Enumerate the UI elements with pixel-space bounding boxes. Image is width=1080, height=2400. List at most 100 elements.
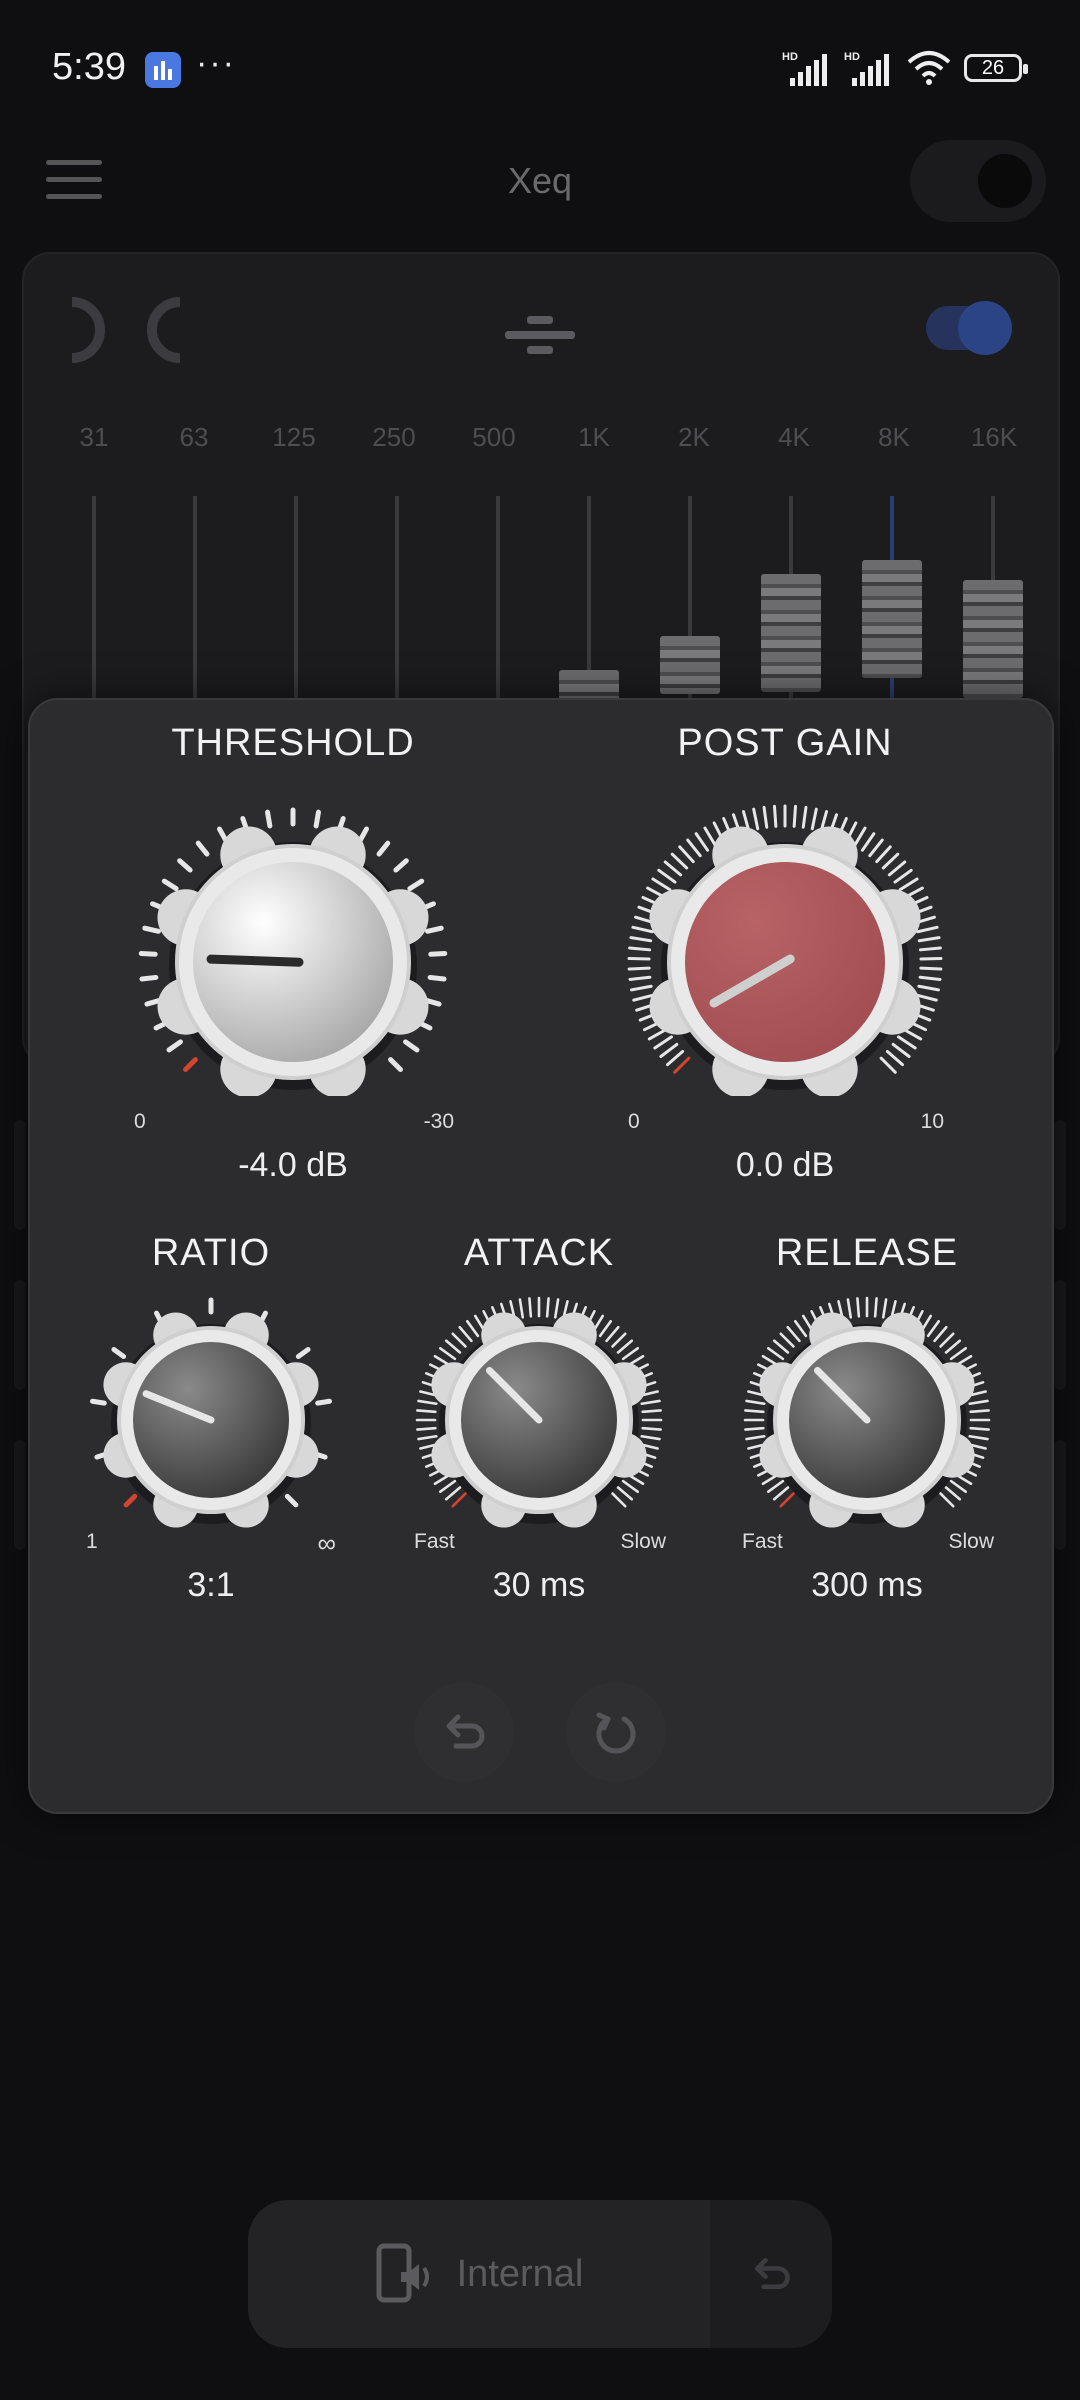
knob-tick xyxy=(766,1479,785,1494)
knob-tick xyxy=(465,1319,480,1338)
post-gain-knob[interactable] xyxy=(625,796,945,1096)
compressor-reset-button[interactable] xyxy=(566,1682,666,1782)
knob-tick xyxy=(918,975,942,981)
undo-icon xyxy=(446,1714,485,1749)
knob-tick xyxy=(284,1493,299,1508)
power-toggle[interactable] xyxy=(910,140,1046,222)
eq-slider[interactable] xyxy=(64,496,124,706)
eq-slider[interactable] xyxy=(266,496,326,706)
knob-tick xyxy=(313,809,321,829)
knob-tick xyxy=(659,1042,679,1059)
knob-tick xyxy=(969,1426,990,1431)
eq-band-label: 31 xyxy=(79,422,109,452)
eq-enable-switch[interactable] xyxy=(926,301,1012,355)
release-value: 300 ms xyxy=(811,1566,923,1604)
eq-slider[interactable] xyxy=(963,496,1023,706)
knob-tick xyxy=(881,1298,888,1319)
knob-tick xyxy=(611,1492,627,1508)
knob-tick xyxy=(969,1409,990,1414)
compressor-undo-button[interactable] xyxy=(414,1682,514,1782)
knob-tick xyxy=(651,877,672,892)
ratio-max-label: ∞ xyxy=(317,1528,336,1558)
knob-tick xyxy=(916,925,939,934)
output-selector-button[interactable]: Internal xyxy=(248,2200,710,2348)
attack-knob[interactable] xyxy=(409,1290,669,1530)
knob-tick xyxy=(295,1346,311,1360)
post-gain-min-label: 0 xyxy=(628,1110,640,1133)
eq-slider[interactable] xyxy=(165,496,225,706)
ratio-value: 3:1 xyxy=(187,1566,235,1604)
wifi-icon xyxy=(907,51,951,85)
eq-band-label: 1K xyxy=(578,422,610,452)
knob-tick xyxy=(627,966,651,971)
knob-tick xyxy=(968,1434,989,1441)
knob-tick xyxy=(846,1298,853,1319)
knob-tick xyxy=(873,1297,878,1318)
knob-tick xyxy=(451,1332,467,1348)
knob-tick xyxy=(417,1399,438,1406)
knob-tick xyxy=(772,1339,790,1354)
knob-tick xyxy=(427,974,447,982)
background-card-edge xyxy=(1054,1280,1066,1390)
knob-tick xyxy=(425,925,444,934)
knob-tick xyxy=(416,1409,437,1414)
knob-tick xyxy=(640,1399,661,1406)
knob-tick xyxy=(641,1409,662,1414)
eq-frequency-labels: 31 63 125 250 500 1K 2K 4K 8K 16K xyxy=(44,422,1044,453)
undo-icon xyxy=(754,2257,790,2290)
knob-tick xyxy=(773,804,778,828)
reset-icon xyxy=(596,1712,636,1754)
knob-tick xyxy=(887,860,907,877)
flatten-icon[interactable] xyxy=(505,316,575,356)
knob-tick xyxy=(528,1297,533,1318)
attack-value: 30 ms xyxy=(492,1566,586,1604)
knob-tick xyxy=(792,804,797,828)
knob-tick xyxy=(407,878,425,892)
knob-tick xyxy=(779,1332,795,1348)
knob-tick xyxy=(933,1325,948,1343)
attack-max-label: Slow xyxy=(620,1530,666,1553)
eq-sliders xyxy=(44,496,1044,706)
background-card-edge xyxy=(14,1120,26,1230)
eq-slider[interactable] xyxy=(660,496,720,706)
hd-signal-icon: HD xyxy=(782,51,827,86)
knob-tick xyxy=(166,1039,183,1053)
knob-tick xyxy=(458,1325,473,1343)
knob-tick xyxy=(632,993,655,1002)
eq-slider[interactable] xyxy=(367,496,427,706)
knob-tick xyxy=(745,1399,766,1406)
knob-tick xyxy=(868,838,884,858)
knob-tick xyxy=(376,840,391,857)
output-undo-button[interactable] xyxy=(710,2200,832,2348)
knob-tick xyxy=(393,858,409,873)
knob-pointer xyxy=(206,954,304,967)
knob-tick xyxy=(89,1398,107,1406)
ratio-knob[interactable] xyxy=(81,1290,341,1530)
threshold-knob[interactable] xyxy=(133,796,453,1096)
battery-icon: 26 xyxy=(964,54,1028,82)
status-time: 5:39 xyxy=(52,46,126,88)
release-knob[interactable] xyxy=(737,1290,997,1530)
eq-slider[interactable] xyxy=(761,496,821,706)
threshold-min-label: 0 xyxy=(134,1110,146,1133)
knob-tick xyxy=(949,1346,968,1361)
knob-tick xyxy=(670,852,689,870)
background-card-edge xyxy=(14,1440,26,1550)
knob-tick xyxy=(786,1325,801,1343)
knob-tick xyxy=(553,1298,560,1319)
background-card-edge xyxy=(14,1280,26,1390)
knob-tick xyxy=(631,925,654,934)
background-card-edge xyxy=(1054,1120,1066,1230)
knob-tick xyxy=(444,1339,462,1354)
knob-tick xyxy=(403,1039,420,1053)
ratio-title: RATIO xyxy=(151,1232,271,1274)
knob-tick xyxy=(918,946,942,952)
knob-tick xyxy=(598,1319,613,1338)
knob-tick xyxy=(917,984,940,992)
app-notification-icon xyxy=(145,52,181,88)
knob-tick xyxy=(616,1339,634,1354)
eq-slider[interactable] xyxy=(559,496,619,706)
eq-slider[interactable] xyxy=(468,496,528,706)
eq-slider[interactable] xyxy=(862,496,922,706)
knob-tick xyxy=(793,1319,808,1338)
